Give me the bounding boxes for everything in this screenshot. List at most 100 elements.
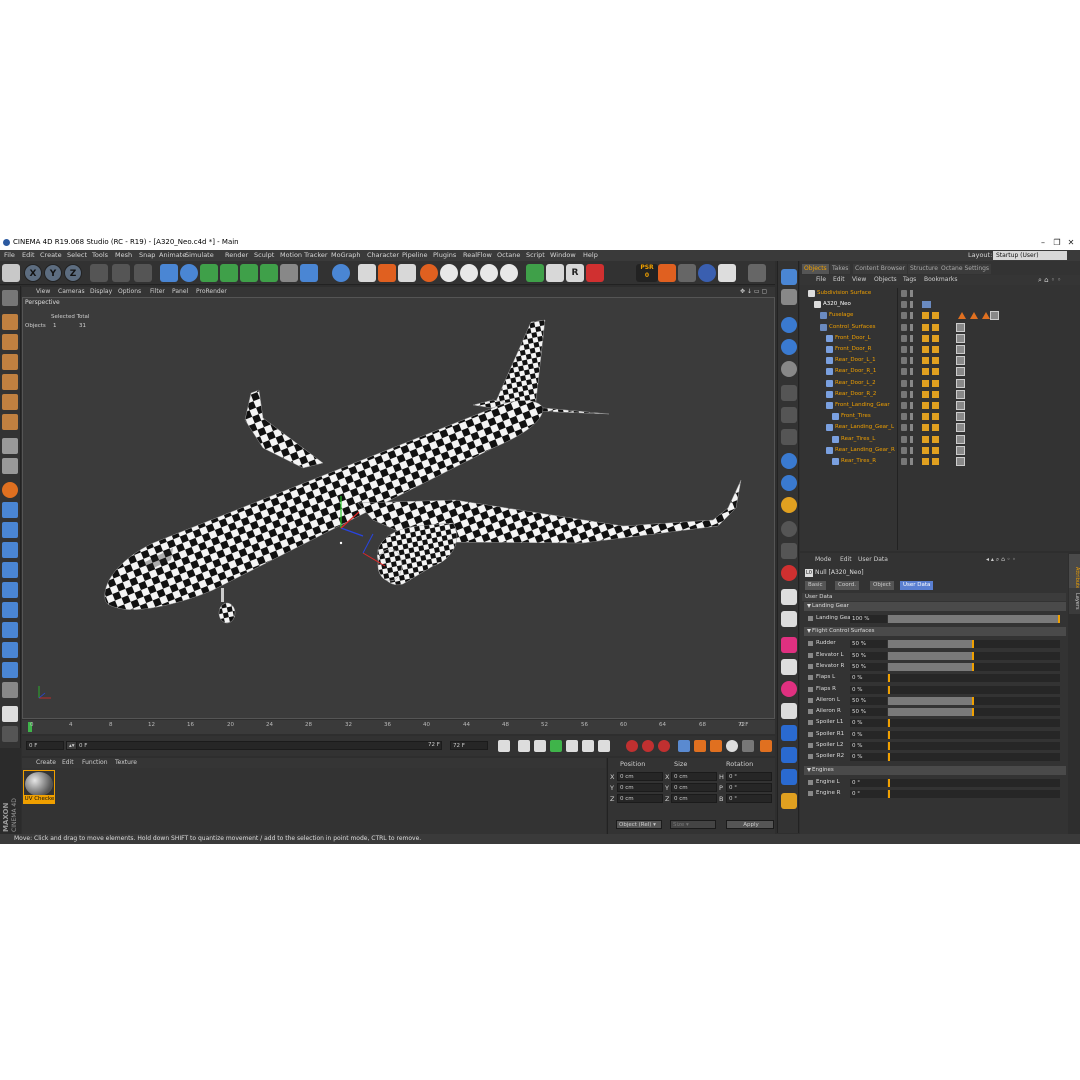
param-stepper-icon[interactable] [881,731,886,739]
octane-settings-icon[interactable] [781,269,797,285]
param-slider[interactable] [888,651,1060,660]
polygons-mode-icon[interactable] [2,414,18,430]
param-slider[interactable] [888,640,1060,649]
checker-tag-icon[interactable] [956,445,965,455]
spline-pen-icon[interactable] [180,264,198,282]
minimize-icon[interactable]: – [1036,237,1050,249]
bevel-icon[interactable] [2,582,18,598]
material-tag-icon[interactable] [922,458,929,465]
layers-side-tab[interactable]: Layers [1069,588,1080,614]
menu-script[interactable]: Script [526,251,545,259]
texture-mode-icon[interactable] [2,334,18,350]
visibility-dots-icon[interactable] [901,390,907,398]
material-menu-texture[interactable]: Texture [115,759,137,766]
param-stepper-icon[interactable] [881,779,886,787]
script-gear-icon[interactable] [526,264,544,282]
brush-icon[interactable] [718,264,736,282]
viewport-menu-panel[interactable]: Panel [172,288,188,295]
y-axis-lock-button[interactable]: Y [44,264,62,282]
mograph-sphere-icon[interactable] [781,681,797,697]
rotation-p-field[interactable]: 0 ° [726,783,772,792]
render-view-icon[interactable] [90,264,108,282]
tab-object[interactable]: Object [870,581,894,590]
delete-icon[interactable] [781,565,797,581]
viewport-menu-options[interactable]: Options [118,288,141,295]
uv-tag-icon[interactable] [932,413,939,421]
material-menu-create[interactable]: Create [36,759,56,766]
param-slider[interactable] [888,742,1060,750]
param-engine-l[interactable]: Engine L0 ° [808,778,1062,788]
enable-toggle-icon[interactable] [910,290,913,297]
floor-icon[interactable] [300,264,318,282]
fluid-icon[interactable] [480,264,498,282]
timeline-window-icon[interactable] [760,740,772,752]
next-key-icon[interactable] [582,740,594,752]
maximize-icon[interactable]: ❐ [1050,237,1064,249]
daemon-icon[interactable] [500,264,518,282]
object-menu-file[interactable]: File [816,276,826,283]
x-axis-lock-button[interactable]: X [24,264,42,282]
material-tag-icon[interactable] [922,334,929,342]
group-collapse-icon[interactable] [807,629,811,634]
menu-octane[interactable]: Octane [497,251,520,259]
subdivision-surface-icon[interactable] [200,264,218,282]
object-row[interactable]: Front_Tires [800,411,1080,422]
checker-tag-icon[interactable] [956,401,965,410]
visibility-dots-icon[interactable] [901,413,907,421]
object-row[interactable]: Subdivision Surface [800,288,1080,299]
param-slider[interactable] [888,685,1060,694]
next-frame-icon[interactable] [566,740,578,752]
tab-structure[interactable]: Structure [908,264,940,274]
object-row[interactable]: Rear_Door_R_2 [800,389,1080,400]
tab-basic[interactable]: Basic [805,581,826,590]
smooth-brush-icon[interactable] [2,522,18,538]
tab-content-browser[interactable]: Content Browser [853,264,908,274]
enable-toggle-icon[interactable] [910,357,913,365]
range-start-field[interactable]: 0 F [76,741,442,750]
visibility-dots-icon[interactable] [901,458,907,465]
param-stepper-icon[interactable] [881,674,886,682]
hair-icon[interactable] [781,769,797,785]
knife-icon[interactable] [2,562,18,578]
param-stepper-icon[interactable] [881,615,886,623]
triangle-tag-icon[interactable] [982,312,990,320]
rotation-b-field[interactable]: 0 ° [726,794,772,803]
param-aileron-r[interactable]: Aileron R 50 % [808,707,1062,717]
brush-tool-icon[interactable] [2,502,18,518]
viewport-menu-filter[interactable]: Filter [150,288,165,295]
render-region-icon[interactable] [781,589,797,605]
fog-icon[interactable] [781,475,797,491]
menu-realflow[interactable]: RealFlow [463,251,492,259]
tab-coord[interactable]: Coord. [835,581,859,590]
object-menu-tags[interactable]: Tags [903,276,916,283]
object-row[interactable]: Control_Surfaces [800,322,1080,333]
checker-tag-icon[interactable] [956,333,965,343]
param-stepper-icon[interactable] [881,742,886,750]
weld-icon[interactable] [2,642,18,658]
param-slider[interactable] [888,696,1060,705]
object-row[interactable]: Rear_Door_R_1 [800,366,1080,377]
enable-toggle-icon[interactable] [910,446,913,454]
octane-material-icon[interactable] [781,289,797,305]
param-slider[interactable] [888,730,1060,739]
visibility-dots-icon[interactable] [901,402,907,409]
menu-select[interactable]: Select [67,251,87,259]
material-tag-icon[interactable] [922,435,929,443]
param-spoiler-l1[interactable]: Spoiler L1 0 % [808,718,1062,728]
octane-live-viewer-icon[interactable] [378,264,396,282]
object-row[interactable]: Front_Door_L [800,333,1080,344]
material-tag-icon[interactable] [922,413,929,421]
checker-tag-icon[interactable] [956,412,965,422]
size-y-field[interactable]: 0 cm [671,783,717,792]
airplane-model[interactable] [23,298,775,719]
close-icon[interactable]: ✕ [1064,237,1078,249]
object-row[interactable]: Front_Door_R [800,344,1080,355]
current-frame-field[interactable]: 0 F [26,741,64,750]
character-icon[interactable] [658,264,676,282]
point-level-icon[interactable] [742,740,754,752]
apply-button[interactable]: Apply [726,820,774,829]
param-engine-r[interactable]: Engine R0 ° [808,789,1062,799]
object-menu-bookmarks[interactable]: Bookmarks [924,276,958,283]
param-spoiler-r1[interactable]: Spoiler R1 0 % [808,730,1062,740]
param-elevator-l[interactable]: Elevator L 50 % [808,651,1062,661]
